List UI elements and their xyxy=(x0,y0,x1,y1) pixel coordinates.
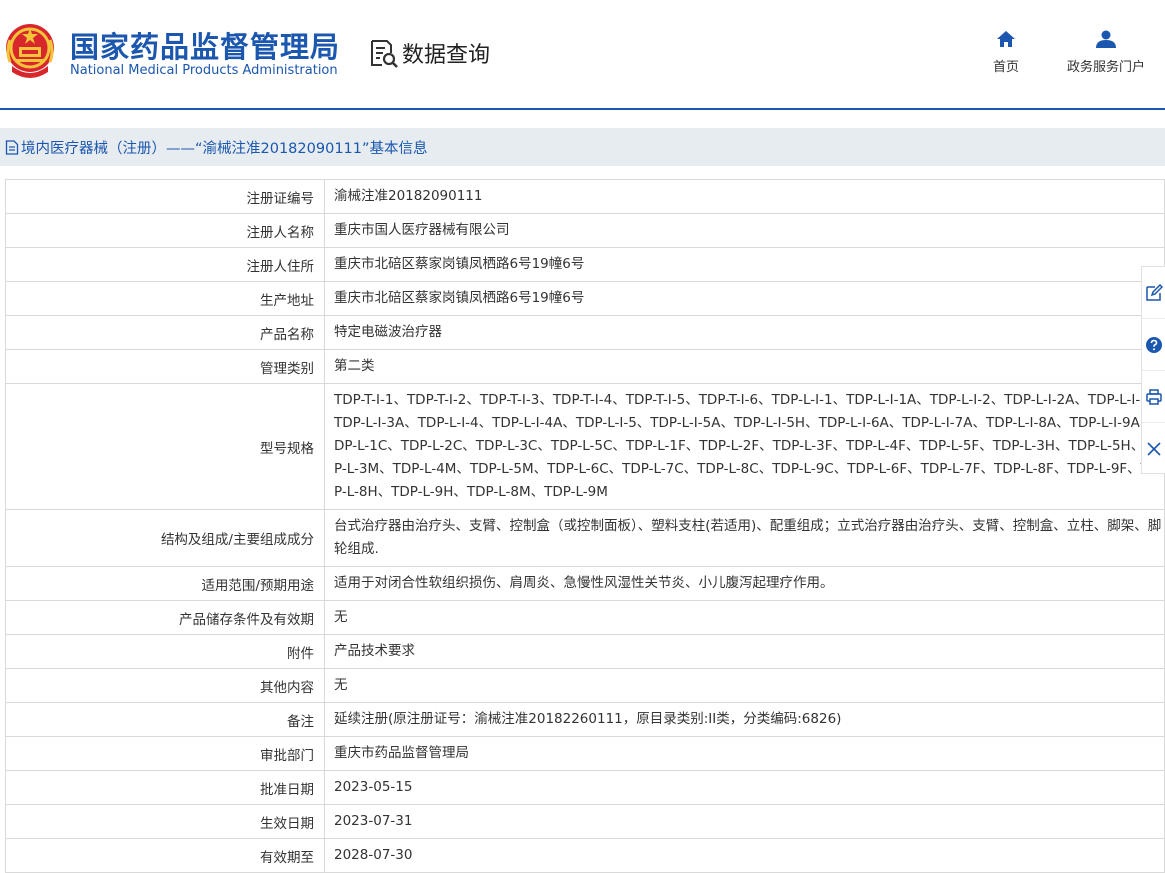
table-row: 产品储存条件及有效期 无 xyxy=(5,600,1165,635)
row-label: 型号规格 xyxy=(5,383,325,510)
site-header: 国家药品监督管理局 National Medical Products Admi… xyxy=(0,0,1165,108)
row-label: 其他内容 xyxy=(5,668,325,703)
row-label: 审批部门 xyxy=(5,736,325,771)
row-value: 重庆市北碚区蔡家岗镇凤栖路6号19幢6号 xyxy=(324,247,1165,282)
row-value: 延续注册(原注册证号：渝械注准20182260111，原目录类别:II类，分类编… xyxy=(324,702,1165,737)
row-value: 重庆市北碚区蔡家岗镇凤栖路6号19幢6号 xyxy=(324,281,1165,316)
row-label: 批准日期 xyxy=(5,770,325,805)
table-row: 注册人住所 重庆市北碚区蔡家岗镇凤栖路6号19幢6号 xyxy=(5,247,1165,282)
table-row: 结构及组成/主要组成成分 台式治疗器由治疗头、支臂、控制盒（或控制面板）、塑料支… xyxy=(5,509,1165,567)
row-value: 特定电磁波治疗器 xyxy=(324,315,1165,350)
row-label: 结构及组成/主要组成成分 xyxy=(5,509,325,567)
org-name-en: National Medical Products Administration xyxy=(70,63,338,78)
table-row: 生产地址 重庆市北碚区蔡家岗镇凤栖路6号19幢6号 xyxy=(5,281,1165,316)
nav-home-label: 首页 xyxy=(992,60,1019,75)
org-name-cn: 国家药品监督管理局 xyxy=(70,30,341,64)
row-value: 重庆市药品监督管理局 xyxy=(324,736,1165,771)
row-label: 管理类别 xyxy=(5,349,325,384)
row-label: 产品储存条件及有效期 xyxy=(5,600,325,635)
row-value: 产品技术要求 xyxy=(324,634,1165,669)
nav-portal-label: 政务服务门户 xyxy=(1066,60,1145,75)
row-label: 有效期至 xyxy=(5,838,325,873)
row-label: 附件 xyxy=(5,634,325,669)
help-icon xyxy=(1145,336,1162,353)
close-icon xyxy=(1146,442,1161,456)
table-row: 附件 产品技术要求 xyxy=(5,634,1165,669)
row-value: 重庆市国人医疗器械有限公司 xyxy=(324,213,1165,248)
row-value: 2023-07-31 xyxy=(324,804,1165,839)
row-value: 无 xyxy=(324,600,1165,635)
table-row: 有效期至 2028-07-30 xyxy=(5,838,1165,873)
nav-service-portal[interactable]: 政务服务门户 xyxy=(1060,30,1152,75)
row-value: 适用于对闭合性软组织损伤、肩周炎、急慢性风湿性关节炎、小儿腹泻起理疗作用。 xyxy=(324,566,1165,601)
table-row: 审批部门 重庆市药品监督管理局 xyxy=(5,736,1165,771)
row-label: 注册人住所 xyxy=(5,247,325,282)
national-emblem-icon xyxy=(6,24,54,78)
table-row: 其他内容 无 xyxy=(5,668,1165,703)
help-button[interactable] xyxy=(1142,319,1165,371)
table-row: 产品名称 特定电磁波治疗器 xyxy=(5,315,1165,350)
table-row: 型号规格 TDP-T-I-1、TDP-T-I-2、TDP-T-I-3、TDP-T… xyxy=(5,383,1165,510)
print-icon xyxy=(1145,388,1162,405)
row-value: TDP-T-I-1、TDP-T-I-2、TDP-T-I-3、TDP-T-I-4、… xyxy=(324,383,1165,510)
row-label: 注册证编号 xyxy=(5,179,325,214)
row-label: 注册人名称 xyxy=(5,213,325,248)
device-info-table: 注册证编号 渝械注准20182090111 注册人名称 重庆市国人医疗器械有限公… xyxy=(5,179,1165,873)
row-label: 适用范围/预期用途 xyxy=(5,566,325,601)
data-query-link[interactable]: 数据查询 xyxy=(368,36,490,70)
row-label: 产品名称 xyxy=(5,315,325,350)
row-label: 生产地址 xyxy=(5,281,325,316)
row-value: 台式治疗器由治疗头、支臂、控制盒（或控制面板）、塑料支柱(若适用)、配重组成；立… xyxy=(324,509,1165,567)
user-icon xyxy=(1096,30,1116,48)
table-row: 适用范围/预期用途 适用于对闭合性软组织损伤、肩周炎、急慢性风湿性关节炎、小儿腹… xyxy=(5,566,1165,601)
row-value: 第二类 xyxy=(324,349,1165,384)
row-value: 渝械注准20182090111 xyxy=(324,179,1165,214)
row-value: 无 xyxy=(324,668,1165,703)
feedback-button[interactable] xyxy=(1142,267,1165,319)
close-button[interactable] xyxy=(1142,423,1165,475)
row-value: 2023-05-15 xyxy=(324,770,1165,805)
table-row: 批准日期 2023-05-15 xyxy=(5,770,1165,805)
page-title-bar: 境内医疗器械（注册）——“渝械注准20182090111”基本信息 xyxy=(0,128,1165,166)
table-row: 生效日期 2023-07-31 xyxy=(5,804,1165,839)
table-row: 备注 延续注册(原注册证号：渝械注准20182260111，原目录类别:II类，… xyxy=(5,702,1165,737)
table-row: 注册人名称 重庆市国人医疗器械有限公司 xyxy=(5,213,1165,248)
print-button[interactable] xyxy=(1142,371,1165,423)
page-title: 境内医疗器械（注册）——“渝械注准20182090111”基本信息 xyxy=(21,140,428,157)
row-value: 2028-07-30 xyxy=(324,838,1165,873)
header-divider xyxy=(0,108,1165,110)
document-search-icon xyxy=(371,40,398,68)
row-label: 备注 xyxy=(5,702,325,737)
data-query-label: 数据查询 xyxy=(402,43,491,68)
edit-icon xyxy=(1145,283,1163,301)
document-icon xyxy=(5,139,19,155)
table-row: 管理类别 第二类 xyxy=(5,349,1165,384)
table-row: 注册证编号 渝械注准20182090111 xyxy=(5,179,1165,214)
row-label: 生效日期 xyxy=(5,804,325,839)
side-toolbar xyxy=(1141,266,1165,474)
home-icon xyxy=(997,31,1015,47)
nav-home[interactable]: 首页 xyxy=(985,30,1027,75)
